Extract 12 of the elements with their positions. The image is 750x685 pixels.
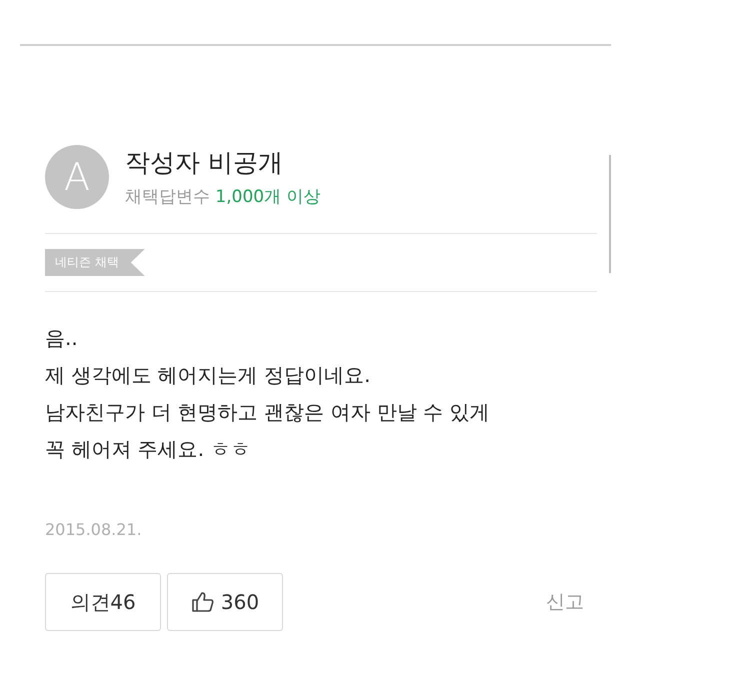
- answer-text: 음..: [45, 325, 79, 352]
- avatar: A: [45, 145, 109, 209]
- author-name: 작성자 비공개: [125, 147, 284, 179]
- answer-date: 2015.08.21.: [45, 520, 143, 539]
- thumbs-up-icon: [190, 590, 215, 614]
- answer-text: 꼭 헤어져 주세요. ㅎㅎ: [45, 436, 252, 463]
- answer-text: 남자친구가 더 현명하고 괜찮은 여자 만날 수 있게: [45, 399, 491, 426]
- comment-button[interactable]: 의견46: [45, 573, 161, 631]
- answer-count: 채택답변수 1,000개 이상: [125, 186, 320, 208]
- answer-text: 제 생각에도 헤어지는게 정답이네요.: [45, 362, 372, 389]
- selection-tag: 네티즌 채택: [45, 249, 145, 276]
- like-button[interactable]: 360: [167, 573, 283, 631]
